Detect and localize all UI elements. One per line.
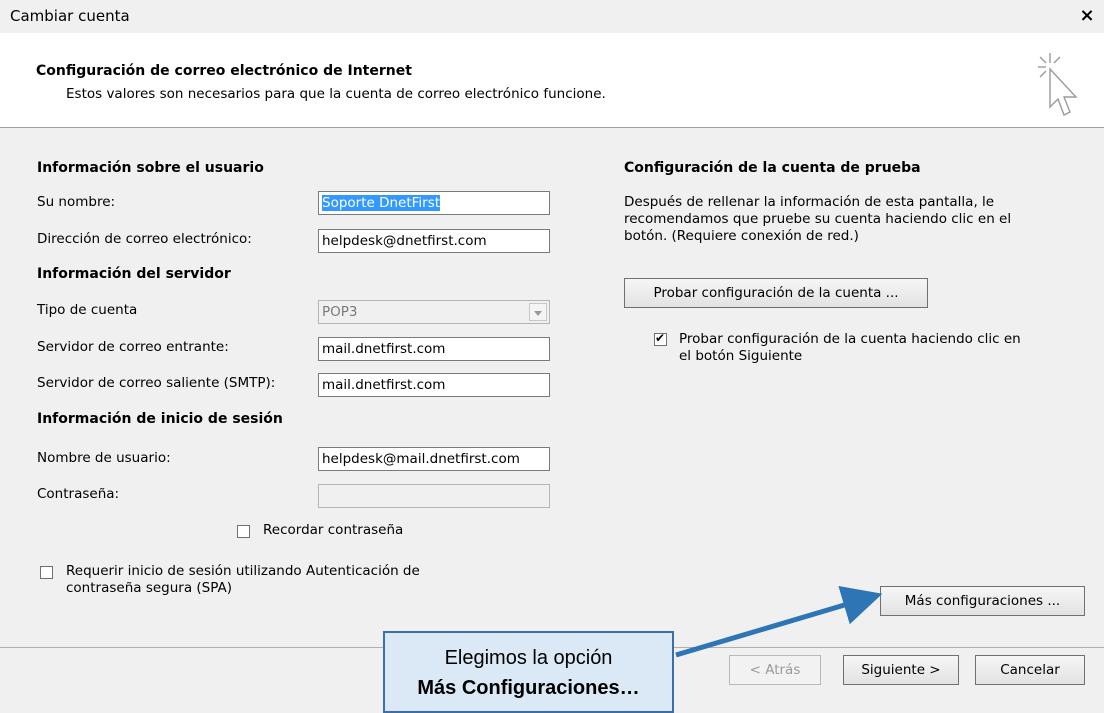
annotation-callout: Elegimos la opción Más Configuraciones… — [383, 631, 674, 713]
callout-line1: Elegimos la opción — [444, 647, 613, 669]
callout-line2: Más Configuraciones… — [417, 677, 640, 699]
arrow-annotation-icon — [675, 585, 883, 658]
